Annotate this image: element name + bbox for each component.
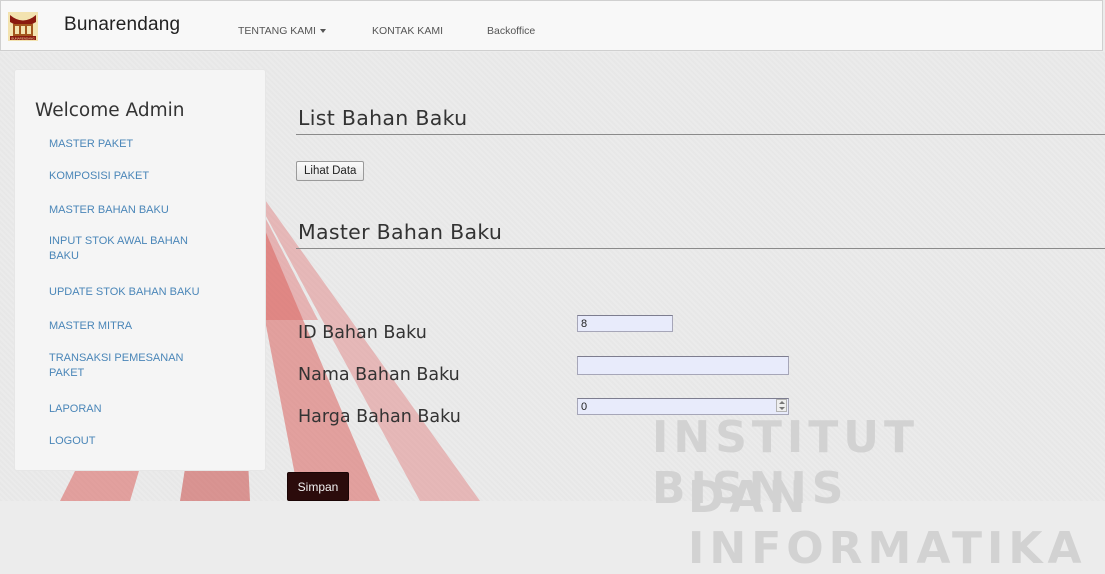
admin-sidebar: Welcome Admin MASTER PAKET KOMPOSISI PAK… — [14, 69, 266, 471]
id-bahan-baku-input[interactable] — [577, 315, 673, 332]
list-bahan-baku-title: List Bahan Baku — [298, 106, 468, 130]
harga-bahan-baku-label: Harga Bahan Baku — [298, 407, 461, 427]
watermark-line-2: DAN INFORMATIKA — [688, 472, 1087, 574]
sidebar-item-input-stok-awal[interactable]: INPUT STOK AWAL BAHAN BAKU — [49, 234, 219, 264]
nav-about-label: TENTANG KAMI — [238, 25, 316, 37]
nav-contact[interactable]: KONTAK KAMI — [372, 25, 443, 37]
brand-name[interactable]: Bunarendang — [64, 14, 180, 36]
sidebar-item-master-mitra[interactable]: MASTER MITRA — [49, 319, 239, 334]
harga-bahan-baku-input[interactable] — [577, 398, 789, 415]
nav-backoffice[interactable]: Backoffice — [487, 25, 535, 37]
caret-down-icon — [319, 29, 326, 34]
section-divider — [296, 248, 1105, 249]
welcome-heading: Welcome Admin — [35, 100, 185, 121]
sidebar-item-transaksi-pemesanan[interactable]: TRANSAKSI PEMESANAN PAKET — [49, 351, 219, 381]
sidebar-item-update-stok[interactable]: UPDATE STOK BAHAN BAKU — [49, 285, 239, 300]
number-spinner-icon[interactable] — [776, 399, 787, 412]
harga-bahan-baku-field — [577, 398, 789, 415]
sidebar-item-laporan[interactable]: LAPORAN — [49, 402, 239, 417]
nama-bahan-baku-label: Nama Bahan Baku — [298, 365, 460, 385]
lihat-data-button[interactable]: Lihat Data — [296, 161, 365, 181]
brand-logo-icon[interactable]: BUNARENDANG — [8, 12, 38, 41]
master-bahan-baku-title: Master Bahan Baku — [298, 220, 503, 244]
sidebar-item-master-bahan-baku[interactable]: MASTER BAHAN BAKU — [49, 203, 239, 218]
sidebar-item-master-paket[interactable]: MASTER PAKET — [49, 137, 239, 152]
nav-about-dropdown[interactable]: TENTANG KAMI — [238, 25, 326, 37]
id-bahan-baku-label: ID Bahan Baku — [298, 323, 427, 343]
sidebar-item-komposisi-paket[interactable]: KOMPOSISI PAKET — [49, 169, 239, 184]
nama-bahan-baku-input[interactable] — [577, 356, 789, 375]
sidebar-item-logout[interactable]: LOGOUT — [49, 434, 239, 449]
brand-logo-caption: BUNARENDANG — [11, 36, 35, 40]
section-divider — [296, 134, 1105, 135]
simpan-button[interactable]: Simpan — [287, 472, 349, 501]
top-navbar: BUNARENDANG Bunarendang TENTANG KAMI KON… — [0, 0, 1103, 51]
